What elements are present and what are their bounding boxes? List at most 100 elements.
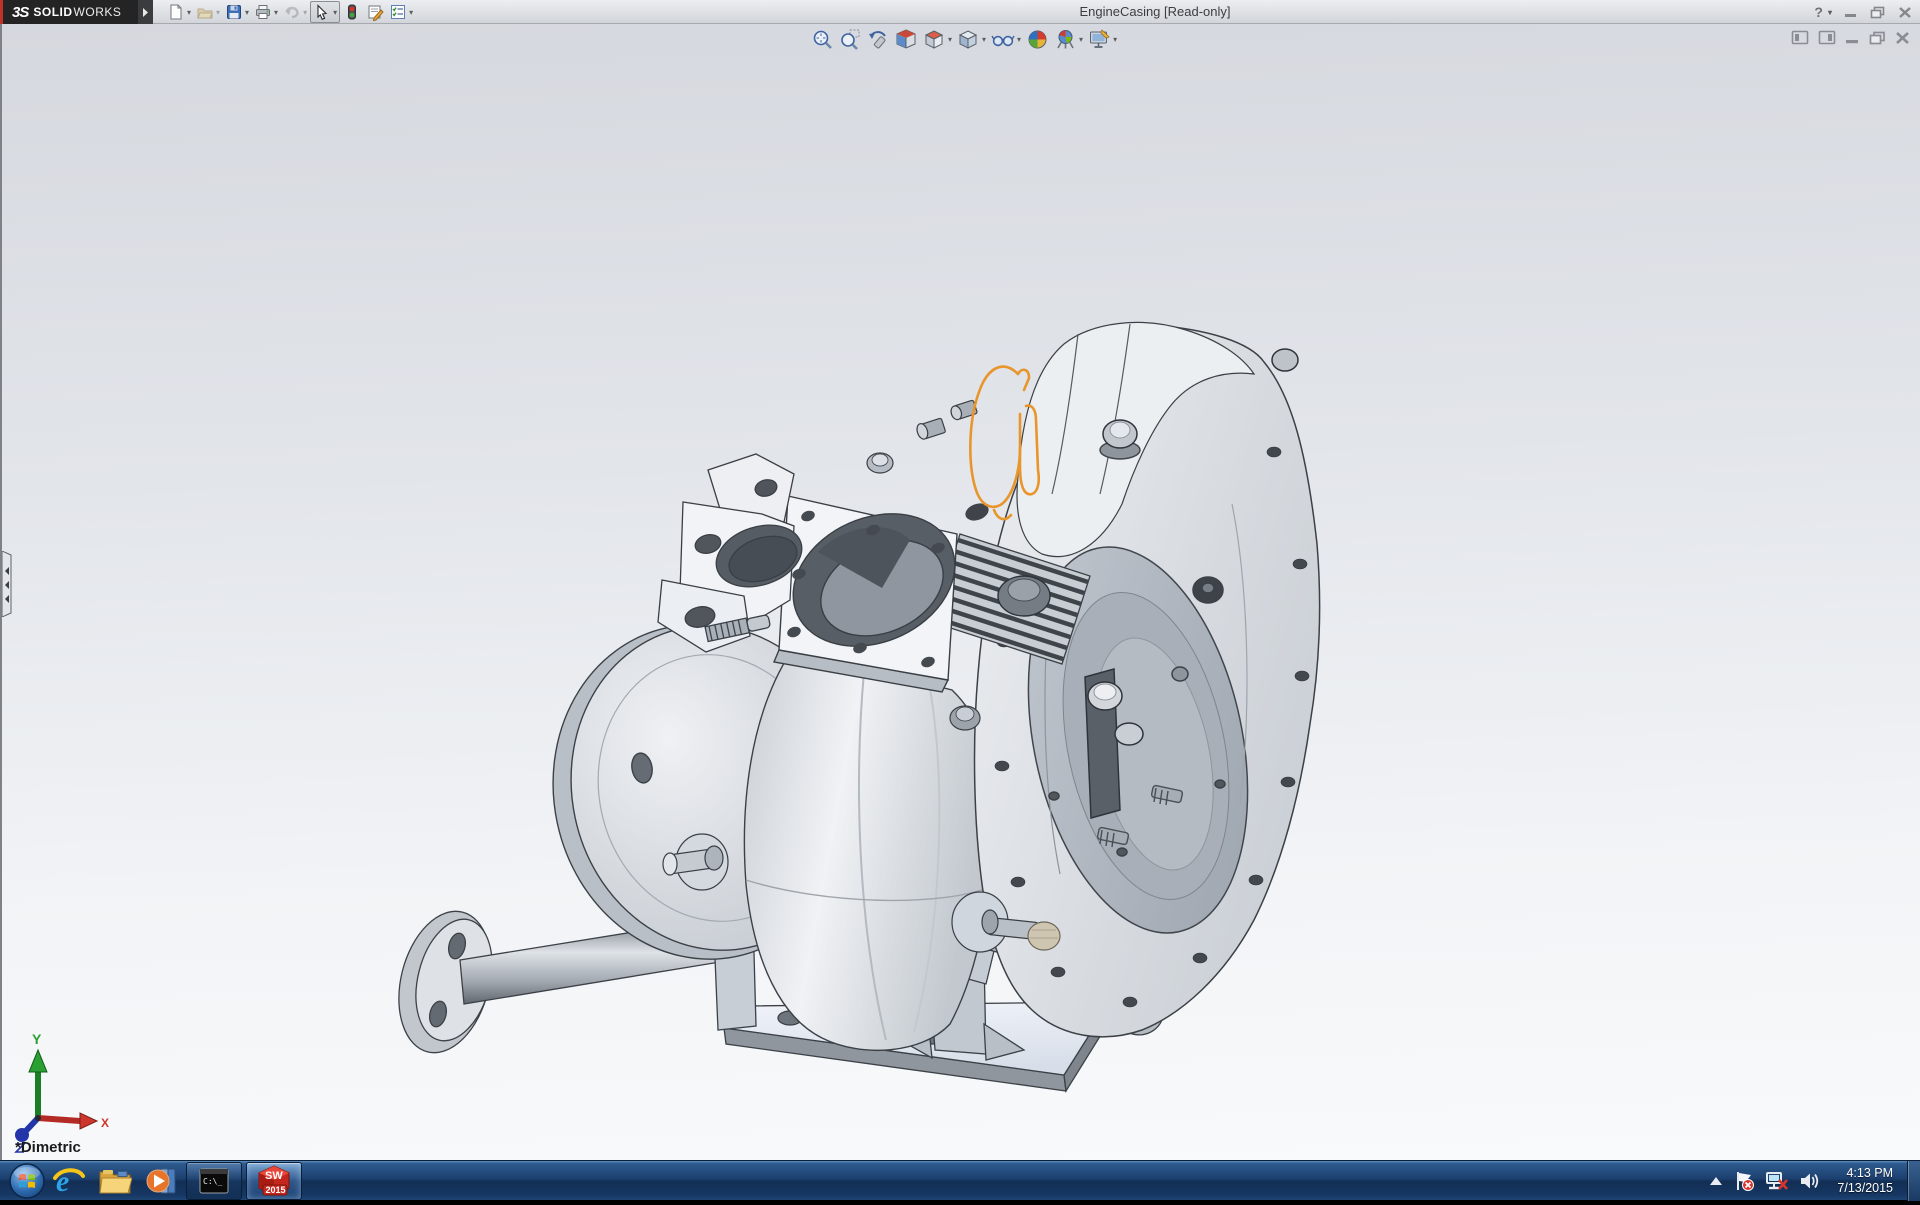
dropdown-arrow-icon[interactable]: ▾ [187,8,191,17]
rebuild-button[interactable] [341,1,363,23]
triad-y-label: Y [32,1031,42,1047]
triad-x-label: X [101,1116,109,1130]
dropdown-arrow-icon[interactable]: ▾ [1113,35,1117,44]
minimize-button[interactable] [1844,6,1858,18]
dropdown-arrow-icon[interactable]: ▾ [303,8,307,17]
new-document-icon [167,3,185,21]
show-hidden-icons-button[interactable] [1709,1176,1723,1186]
previous-view-button[interactable] [866,27,891,52]
view-settings-icon [1088,28,1111,51]
network-status-icon[interactable] [1765,1170,1789,1192]
hide-show-items-button[interactable]: ▾ [990,27,1022,52]
action-center-icon[interactable] [1733,1170,1755,1192]
internet-explorer-icon: e [52,1164,86,1198]
restore-document-button[interactable] [1869,31,1886,45]
display-style-icon [957,28,980,51]
expand-feature-pane-button[interactable] [1791,30,1809,45]
zoom-to-fit-button[interactable] [810,27,835,52]
graphics-viewport[interactable]: ▾ ▾ ▾ [0,24,1920,1160]
dropdown-arrow-icon[interactable]: ▾ [1079,35,1083,44]
start-button[interactable] [8,1162,46,1200]
dropdown-arrow-icon[interactable]: ▾ [333,8,337,17]
apply-scene-icon [1054,28,1077,51]
new-document-button[interactable]: ▾ [165,1,193,23]
volume-icon[interactable] [1799,1171,1821,1191]
select-button[interactable]: ▾ [310,1,340,23]
close-document-button[interactable] [1895,31,1910,45]
taskbar-solidworks-2015[interactable]: SW 2015 [246,1162,302,1200]
document-window-controls [1791,30,1910,45]
dropdown-arrow-icon[interactable]: ▾ [216,8,220,17]
taskbar-windows-explorer[interactable] [92,1161,138,1201]
undo-button[interactable]: ▾ [281,1,309,23]
windows-taskbar: e C:\_ SW [0,1160,1920,1200]
window-controls: ? ▾ [1814,0,1912,24]
save-icon [225,3,243,21]
previous-view-icon [867,28,890,51]
logo-works: WORKS [74,5,122,19]
edit-appearance-button[interactable] [1025,27,1050,52]
zoom-to-area-button[interactable] [838,27,863,52]
command-prompt-icon: C:\_ [199,1168,229,1194]
view-orientation-icon [923,28,946,51]
select-cursor-icon [313,3,331,21]
hide-show-items-icon [991,28,1015,51]
solidworks-badge-letters: SW [265,1170,283,1182]
dropdown-arrow-icon[interactable]: ▾ [982,35,986,44]
dropdown-arrow-icon[interactable]: ▾ [409,8,413,17]
model-canvas[interactable]: Y X [2,24,1920,1160]
solidworks-logo[interactable]: 3S SOLID WORKS [0,0,138,24]
display-style-button[interactable]: ▾ [956,27,987,52]
restore-button[interactable] [1870,6,1886,19]
apply-scene-button[interactable]: ▾ [1053,27,1084,52]
clock-time: 4:13 PM [1837,1166,1893,1181]
taskbar-clock[interactable]: 4:13 PM 7/13/2015 [1837,1166,1893,1196]
title-bar: 3S SOLID WORKS ▾ ▾ ▾ [0,0,1920,24]
expand-display-pane-button[interactable] [1818,30,1836,45]
clock-date: 7/13/2015 [1837,1181,1893,1196]
document-title: EngineCasing [Read-only] [955,0,1355,24]
taskbar-command-prompt[interactable]: C:\_ [186,1162,242,1200]
options-icon [389,3,407,21]
command-prompt-label: C:\_ [203,1177,222,1186]
view-settings-button[interactable]: ▾ [1087,27,1118,52]
view-orientation-label: *Dimetric [15,1139,81,1156]
dropdown-arrow-icon[interactable]: ▾ [948,35,952,44]
close-button[interactable] [1898,6,1912,19]
view-orientation-button[interactable]: ▾ [922,27,953,52]
rebuild-traffic-light-icon [343,3,361,21]
options-button[interactable]: ▾ [387,1,415,23]
dropdown-arrow-icon[interactable]: ▾ [245,8,249,17]
cylinder-flange[interactable] [772,489,976,692]
section-view-icon [895,28,918,51]
feature-pane-collapsed-tab[interactable] [2,551,14,617]
save-button[interactable]: ▾ [223,1,251,23]
file-properties-icon [366,3,384,21]
taskbar-internet-explorer[interactable]: e [46,1161,92,1201]
help-icon: ? [1814,4,1823,20]
main-toolbar: ▾ ▾ ▾ ▾ [165,0,415,24]
solidworks-badge-year: 2015 [266,1185,286,1195]
orientation-triad[interactable]: Y X [15,1031,109,1152]
dropdown-arrow-icon[interactable]: ▾ [274,8,278,17]
folder-icon [98,1166,132,1196]
help-button[interactable]: ? ▾ [1814,4,1832,20]
zoom-to-area-icon [839,28,862,51]
open-document-button[interactable]: ▾ [194,1,222,23]
file-properties-button[interactable] [364,1,386,23]
system-tray: 4:13 PM 7/13/2015 [1709,1161,1920,1201]
edit-appearance-icon [1026,28,1049,51]
section-view-button[interactable] [894,27,919,52]
taskbar-media-player[interactable] [138,1161,184,1201]
print-button[interactable]: ▾ [252,1,280,23]
dropdown-arrow-icon[interactable]: ▾ [1828,8,1832,17]
show-desktop-button[interactable] [1907,1161,1920,1201]
zoom-to-fit-icon [811,28,834,51]
dropdown-arrow-icon[interactable]: ▾ [1017,35,1021,44]
media-player-icon [144,1165,178,1197]
menu-expand-arrow-icon[interactable] [138,0,153,24]
print-icon [254,3,272,21]
dassault-3ds-mark: 3S [12,4,28,21]
logo-solid: SOLID [33,5,72,19]
minimize-document-button[interactable] [1845,31,1860,45]
